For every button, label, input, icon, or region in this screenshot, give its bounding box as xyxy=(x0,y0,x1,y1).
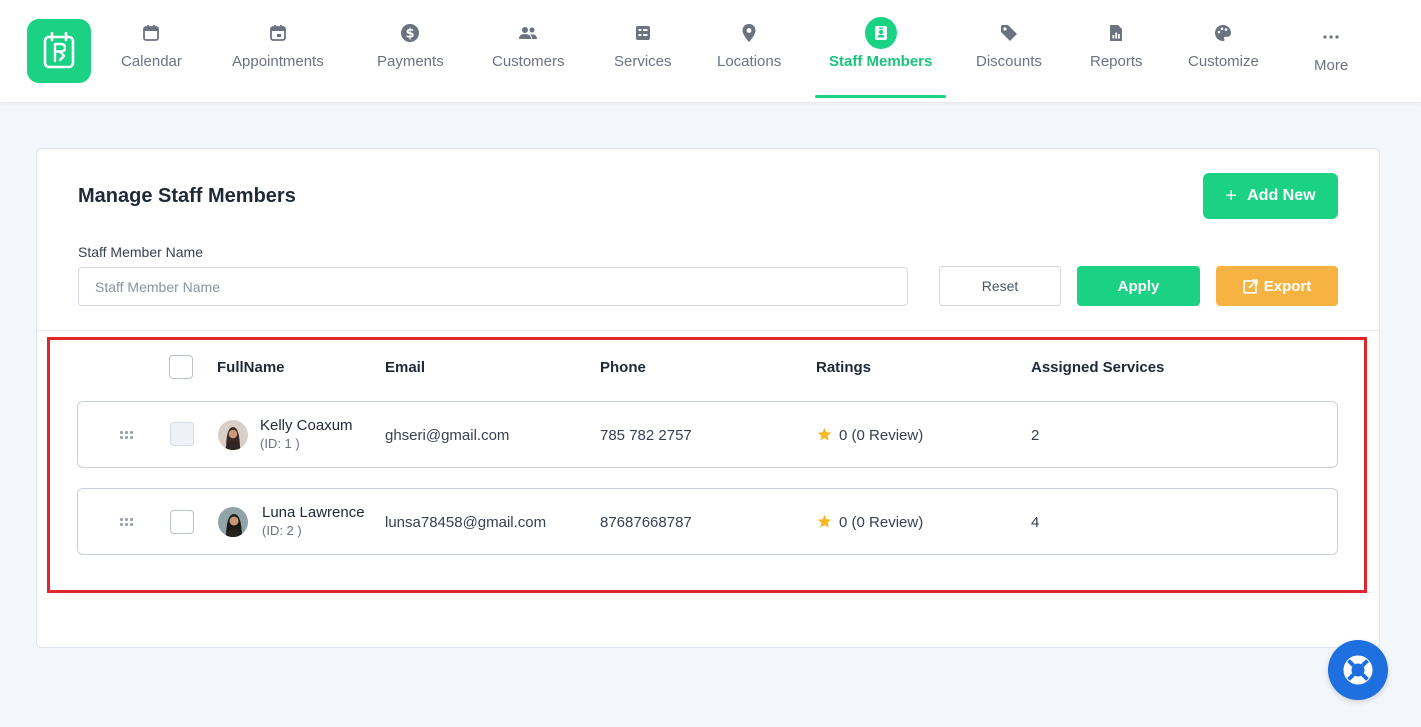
calendar-check-icon xyxy=(268,23,288,43)
nav-staff-members[interactable]: Staff Members xyxy=(829,0,932,100)
active-tab-indicator xyxy=(815,95,946,98)
section-divider xyxy=(37,330,1379,331)
nav-services[interactable]: Services xyxy=(614,0,672,100)
palette-icon xyxy=(1213,23,1233,43)
report-icon xyxy=(1106,23,1126,43)
tag-icon xyxy=(999,23,1019,43)
page-title: Manage Staff Members xyxy=(78,185,296,207)
location-pin-icon xyxy=(739,23,759,43)
export-label: Export xyxy=(1263,277,1312,295)
export-button[interactable]: Export xyxy=(1216,266,1338,306)
add-new-button[interactable]: + Add New xyxy=(1203,173,1338,219)
nav-reports[interactable]: Reports xyxy=(1090,0,1143,100)
nav-label: Reports xyxy=(1090,53,1143,70)
nav-customers[interactable]: Customers xyxy=(492,0,565,100)
dollar-icon: $ xyxy=(400,23,420,43)
nav-more[interactable]: More xyxy=(1314,0,1348,100)
help-button[interactable] xyxy=(1328,640,1388,700)
export-icon xyxy=(1243,278,1258,294)
nav-label: Calendar xyxy=(121,53,182,70)
booking-logo-icon xyxy=(43,32,75,69)
nav-label: Discounts xyxy=(976,53,1042,70)
nav-label: Appointments xyxy=(232,53,324,70)
nav-payments[interactable]: $ Payments xyxy=(377,0,444,100)
lifebuoy-icon xyxy=(1343,655,1373,685)
more-icon xyxy=(1321,27,1341,47)
nav-discounts[interactable]: Discounts xyxy=(976,0,1042,100)
highlight-box xyxy=(47,337,1367,593)
nav-label: Payments xyxy=(377,53,444,70)
svg-text:$: $ xyxy=(406,27,415,42)
nav-label: Staff Members xyxy=(829,53,933,70)
nav-label: Customize xyxy=(1188,53,1259,70)
calendar-icon xyxy=(141,23,161,43)
app-logo[interactable] xyxy=(27,19,91,83)
nav-label: Services xyxy=(614,53,672,70)
list-icon xyxy=(633,23,653,43)
top-navigation: Calendar Appointments $ Payments Custome… xyxy=(0,0,1421,103)
nav-label: More xyxy=(1314,57,1349,74)
plus-icon: + xyxy=(1225,185,1238,207)
nav-customize[interactable]: Customize xyxy=(1188,0,1259,100)
nav-calendar[interactable]: Calendar xyxy=(121,0,182,100)
reset-button[interactable]: Reset xyxy=(939,266,1061,306)
apply-button[interactable]: Apply xyxy=(1077,266,1200,306)
staff-name-label: Staff Member Name xyxy=(78,244,204,260)
badge-icon xyxy=(864,17,897,49)
nav-label: Locations xyxy=(717,53,782,70)
users-icon xyxy=(518,23,538,43)
staff-name-input[interactable] xyxy=(78,267,908,306)
nav-locations[interactable]: Locations xyxy=(717,0,781,100)
nav-label: Customers xyxy=(492,53,565,70)
add-new-label: Add New xyxy=(1247,187,1316,204)
nav-appointments[interactable]: Appointments xyxy=(232,0,324,100)
